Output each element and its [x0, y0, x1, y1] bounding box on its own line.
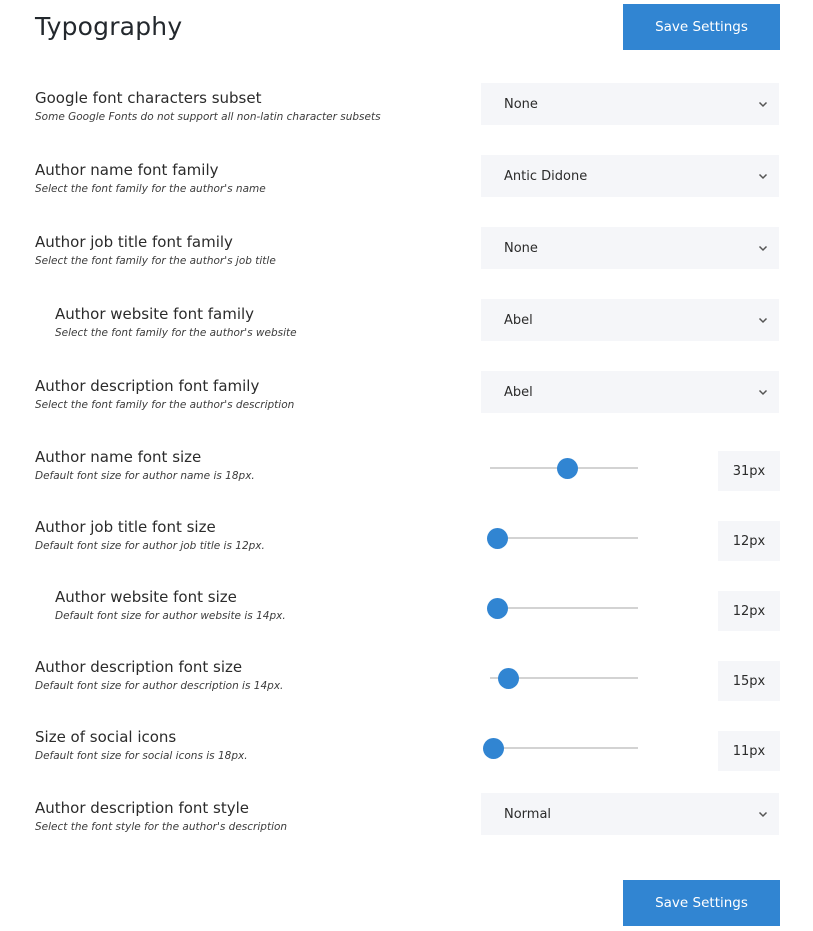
setting-row-description-size: Author description font size Default fon… [0, 657, 813, 717]
save-settings-button-top[interactable]: Save Settings [623, 4, 780, 50]
name-font-family-select[interactable]: Antic Didone [481, 155, 779, 197]
setting-row-name-size: Author name font size Default font size … [0, 447, 813, 507]
setting-label: Author name font family [35, 161, 219, 179]
select-value: Abel [504, 312, 533, 328]
description-font-style-select[interactable]: Normal [481, 793, 779, 835]
page-title: Typography [35, 12, 183, 41]
setting-row-social-size: Size of social icons Default font size f… [0, 727, 813, 787]
slider-thumb[interactable] [486, 528, 508, 549]
chevron-down-icon [758, 811, 768, 818]
job-title-font-size-value[interactable]: 12px [718, 521, 780, 561]
slider-thumb[interactable] [557, 458, 579, 479]
setting-label: Author job title font size [35, 518, 216, 536]
setting-hint: Default font size for author description… [35, 680, 284, 692]
chevron-down-icon [758, 317, 768, 324]
chevron-down-icon [758, 173, 768, 180]
setting-hint: Select the font family for the author's … [55, 327, 297, 339]
setting-hint: Select the font style for the author's d… [35, 821, 288, 833]
slider-thumb[interactable] [486, 598, 508, 619]
setting-row-subset: Google font characters subset Some Googl… [0, 83, 813, 148]
setting-label: Size of social icons [35, 728, 177, 746]
job-title-font-size-slider[interactable] [486, 526, 640, 550]
setting-row-description-family: Author description font family Select th… [0, 371, 813, 436]
chevron-down-icon [758, 245, 768, 252]
setting-hint: Default font size for social icons is 18… [35, 750, 248, 762]
setting-label: Google font characters subset [35, 89, 262, 107]
setting-hint: Default font size for author name is 18p… [35, 470, 255, 482]
setting-row-description-style: Author description font style Select the… [0, 793, 813, 858]
job-title-font-family-select[interactable]: None [481, 227, 779, 269]
subset-select[interactable]: None [481, 83, 779, 125]
setting-label: Author description font size [35, 658, 243, 676]
select-value: Normal [504, 806, 552, 822]
name-font-size-value[interactable]: 31px [718, 451, 780, 491]
setting-label: Author description font family [35, 377, 260, 395]
setting-label: Author website font size [55, 588, 237, 606]
setting-hint: Select the font family for the author's … [35, 399, 295, 411]
setting-label: Author website font family [55, 305, 255, 323]
setting-row-job-family: Author job title font family Select the … [0, 227, 813, 292]
slider-thumb[interactable] [498, 668, 519, 689]
setting-row-job-size: Author job title font size Default font … [0, 517, 813, 577]
chevron-down-icon [758, 389, 768, 396]
select-value: None [504, 96, 538, 112]
description-font-family-select[interactable]: Abel [481, 371, 779, 413]
social-icons-size-slider[interactable] [483, 736, 640, 760]
website-font-family-select[interactable]: Abel [481, 299, 779, 341]
setting-hint: Select the font family for the author's … [35, 255, 276, 267]
description-font-size-value[interactable]: 15px [718, 661, 780, 701]
name-font-size-slider[interactable] [488, 456, 640, 480]
setting-hint: Default font size for author job title i… [35, 540, 265, 552]
setting-hint: Select the font family for the author's … [35, 183, 266, 195]
setting-row-website-family: Author website font family Select the fo… [0, 299, 813, 364]
website-font-size-slider[interactable] [486, 596, 640, 620]
slider-thumb[interactable] [483, 738, 505, 759]
setting-label: Author description font style [35, 799, 250, 817]
select-value: Antic Didone [504, 168, 588, 184]
setting-row-website-size: Author website font size Default font si… [0, 587, 813, 647]
slider-track [490, 537, 638, 539]
slider-track [490, 747, 638, 749]
select-value: None [504, 240, 538, 256]
setting-row-name-family: Author name font family Select the font … [0, 155, 813, 220]
social-icons-size-value[interactable]: 11px [718, 731, 780, 771]
setting-hint: Default font size for author website is … [55, 610, 286, 622]
setting-label: Author name font size [35, 448, 202, 466]
setting-label: Author job title font family [35, 233, 233, 251]
website-font-size-value[interactable]: 12px [718, 591, 780, 631]
slider-track [490, 607, 638, 609]
select-value: Abel [504, 384, 533, 400]
description-font-size-slider[interactable] [488, 666, 640, 690]
save-settings-button-bottom[interactable]: Save Settings [623, 880, 780, 926]
setting-hint: Some Google Fonts do not support all non… [35, 111, 381, 123]
chevron-down-icon [758, 101, 768, 108]
